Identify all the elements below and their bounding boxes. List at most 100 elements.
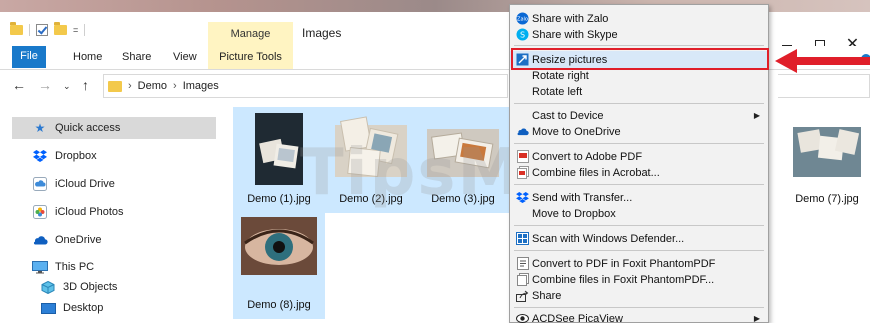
- file-tile-demo-8[interactable]: Demo (8).jpg: [233, 213, 325, 319]
- window-title: Images: [302, 26, 342, 40]
- menu-item-label: Convert to PDF in Foxit PhantomPDF: [532, 257, 716, 270]
- folder-icon: [108, 80, 122, 92]
- menu-separator: [514, 225, 764, 226]
- address-bar[interactable]: › Demo › Images: [103, 74, 508, 98]
- menu-item-rotate-left[interactable]: Rotate left: [510, 83, 768, 100]
- tab-home[interactable]: Home: [73, 51, 102, 63]
- file-name: Demo (7).jpg: [795, 193, 859, 205]
- nav-item-label: iCloud Drive: [55, 178, 115, 190]
- qat-separator: [29, 24, 30, 36]
- back-icon[interactable]: ←: [12, 77, 26, 93]
- menu-item-cast-to-device[interactable]: Cast to Device ▶: [510, 107, 768, 124]
- folder-icon[interactable]: [10, 22, 23, 35]
- menu-item-label: Rotate right: [532, 69, 589, 82]
- menu-item-move-to-dropbox[interactable]: Move to Dropbox: [510, 205, 768, 222]
- nav-item-icloud-drive[interactable]: iCloud Drive: [12, 173, 216, 195]
- menu-item-move-to-onedrive[interactable]: Move to OneDrive: [510, 123, 768, 140]
- search-box[interactable]: [778, 74, 870, 98]
- nav-item-dropbox[interactable]: Dropbox: [12, 145, 216, 167]
- menu-item-label: ACDSee PicaView: [532, 312, 623, 323]
- nav-item-label: This PC: [55, 261, 95, 273]
- qat-separator: [84, 24, 86, 36]
- red-arrow-icon: [775, 49, 870, 73]
- nav-item-quick-access[interactable]: ★ Quick access: [12, 117, 216, 139]
- menu-separator: [514, 103, 764, 104]
- onedrive-icon: [516, 125, 529, 138]
- menu-separator: [514, 143, 764, 144]
- share-icon: [516, 289, 529, 302]
- menu-separator: [514, 250, 764, 251]
- tab-picture-tools[interactable]: Picture Tools: [208, 46, 293, 69]
- manage-context-tab[interactable]: Manage: [208, 22, 293, 46]
- quick-access-toolbar: =: [10, 22, 86, 36]
- icloud-drive-icon: [32, 177, 48, 191]
- menu-item-scan-defender[interactable]: Scan with Windows Defender...: [510, 230, 768, 247]
- desktop-icon: [40, 301, 56, 315]
- menu-item-share[interactable]: Share: [510, 287, 768, 304]
- nav-item-label: Quick access: [55, 122, 121, 134]
- menu-item-label: Rotate left: [532, 85, 583, 98]
- nav-item-icloud-photos[interactable]: iCloud Photos: [12, 201, 216, 223]
- tab-share[interactable]: Share: [122, 51, 151, 63]
- menu-item-label: Move to OneDrive: [532, 125, 621, 138]
- svg-text:Zalo: Zalo: [517, 17, 528, 23]
- acrobat-combine-icon: [516, 166, 529, 179]
- forward-icon[interactable]: →: [38, 77, 52, 93]
- breadcrumb-demo[interactable]: Demo: [138, 80, 167, 92]
- icloud-photos-icon: [32, 205, 48, 219]
- menu-separator: [514, 184, 764, 185]
- nav-item-this-pc[interactable]: This PC: [12, 256, 216, 278]
- new-folder-icon[interactable]: [54, 22, 67, 35]
- nav-item-onedrive[interactable]: OneDrive: [12, 229, 216, 251]
- up-icon[interactable]: ↑: [82, 77, 89, 93]
- submenu-arrow-icon: ▶: [753, 314, 760, 323]
- file-name: Demo (2).jpg: [339, 193, 403, 205]
- image-thumbnail: [241, 111, 317, 187]
- menu-item-label: Move to Dropbox: [532, 207, 616, 220]
- adobe-pdf-icon: [516, 150, 529, 163]
- defender-icon: [516, 232, 529, 245]
- menu-item-label: Share: [532, 289, 562, 302]
- navigation-pane: ★ Quick access Dropbox iCloud Drive iClo…: [0, 101, 228, 323]
- qat-dropdown[interactable]: =: [73, 25, 78, 35]
- menu-item-combine-acrobat[interactable]: Combine files in Acrobat...: [510, 164, 768, 181]
- file-name: Demo (8).jpg: [247, 299, 311, 311]
- file-tile-demo-3[interactable]: Demo (3).jpg: [417, 107, 509, 213]
- menu-item-convert-adobe-pdf[interactable]: Convert to Adobe PDF: [510, 148, 768, 165]
- star-icon: ★: [34, 121, 46, 135]
- file-tile-demo-7[interactable]: Demo (7).jpg: [781, 107, 870, 213]
- menu-item-convert-foxit[interactable]: Convert to PDF in Foxit PhantomPDF: [510, 255, 768, 272]
- menu-item-acdsee-picaview[interactable]: ACDSee PicaView ▶: [510, 310, 768, 323]
- chevron-right-icon[interactable]: ›: [173, 80, 177, 92]
- menu-item-label: Send with Transfer...: [532, 191, 633, 204]
- chevron-right-icon[interactable]: ›: [128, 80, 132, 92]
- nav-item-desktop[interactable]: Desktop: [12, 297, 216, 319]
- pc-icon: [32, 260, 48, 274]
- svg-text:S: S: [520, 31, 525, 40]
- menu-item-label: Combine files in Acrobat...: [532, 166, 660, 179]
- breadcrumb-images[interactable]: Images: [183, 80, 219, 92]
- file-tile-demo-2[interactable]: Demo (2).jpg: [325, 107, 417, 213]
- 3d-objects-icon: [40, 280, 56, 294]
- image-thumbnail: [789, 111, 865, 187]
- nav-item-label: OneDrive: [55, 234, 102, 246]
- menu-item-share-zalo[interactable]: Zalo Share with Zalo: [510, 10, 768, 27]
- file-tile-demo-1[interactable]: Demo (1).jpg: [233, 107, 325, 213]
- nav-item-label: iCloud Photos: [55, 206, 124, 218]
- checkbox-icon[interactable]: [36, 24, 48, 36]
- zalo-icon: Zalo: [516, 12, 529, 25]
- recent-locations-icon[interactable]: ⌄: [63, 81, 71, 92]
- menu-item-combine-foxit[interactable]: Combine files in Foxit PhantomPDF...: [510, 271, 768, 288]
- nav-item-3d-objects[interactable]: 3D Objects: [12, 276, 216, 298]
- menu-item-label: Scan with Windows Defender...: [532, 232, 685, 245]
- highlight-box: [511, 48, 769, 70]
- menu-item-label: Share with Skype: [532, 28, 618, 41]
- menu-item-send-with-transfer[interactable]: Send with Transfer...: [510, 189, 768, 206]
- menu-item-share-skype[interactable]: S Share with Skype: [510, 26, 768, 43]
- nav-item-label: Desktop: [63, 302, 104, 314]
- menu-separator: [514, 307, 764, 308]
- tab-view[interactable]: View: [173, 51, 197, 63]
- tab-file[interactable]: File: [12, 46, 46, 68]
- nav-item-label: Dropbox: [55, 150, 97, 162]
- file-name: Demo (3).jpg: [431, 193, 495, 205]
